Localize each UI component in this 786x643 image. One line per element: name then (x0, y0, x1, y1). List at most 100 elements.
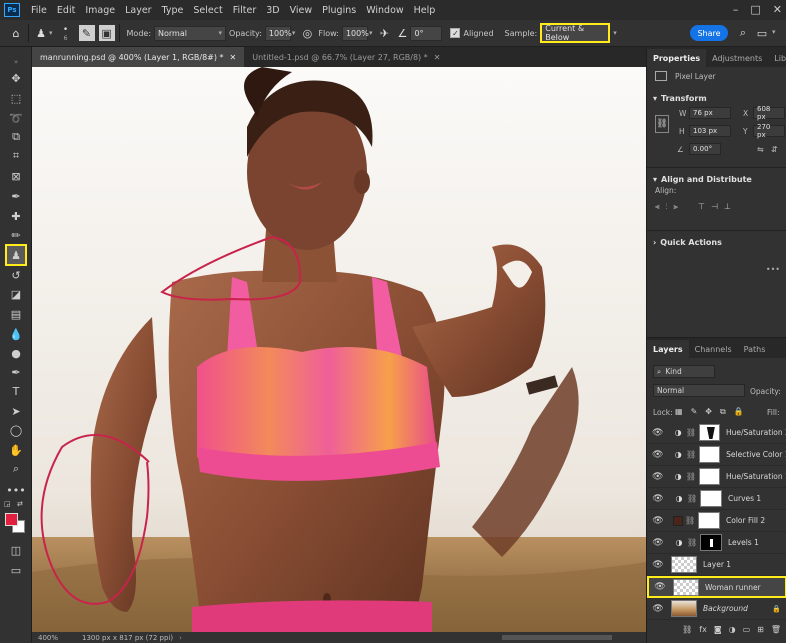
minimize-button[interactable]: – (733, 3, 739, 16)
lock-pixels-icon[interactable]: ✎ (691, 407, 698, 417)
move-tool-icon[interactable]: ✥ (7, 69, 25, 87)
tab-libraries[interactable]: Libraries (768, 49, 786, 67)
menu-image[interactable]: Image (80, 5, 120, 16)
visibility-eye-icon[interactable]: 👁 (651, 472, 664, 482)
lock-artboard-icon[interactable]: ⧉ (720, 407, 726, 417)
align-right-icon[interactable]: ⫸ (674, 202, 679, 212)
flip-horizontal-icon[interactable]: ⇋ (757, 145, 764, 154)
chevron-down-icon[interactable]: ▾ (613, 29, 617, 37)
airbrush-icon[interactable]: ✈ (376, 25, 392, 41)
sample-select[interactable]: Current & Below (540, 23, 611, 43)
layer-thumbnail[interactable] (673, 578, 699, 596)
blend-mode-select[interactable]: Normal (653, 384, 745, 397)
dodge-tool-icon[interactable]: ● (7, 344, 25, 362)
new-group-icon[interactable]: ▭ (743, 625, 751, 634)
chevron-down-icon[interactable]: ▾ (292, 29, 296, 37)
close-button[interactable]: ✕ (773, 3, 782, 16)
height-input[interactable]: 103 px (689, 125, 731, 137)
home-icon[interactable]: ⌂ (8, 25, 24, 41)
close-icon[interactable]: ✕ (434, 53, 441, 62)
healing-brush-tool-icon[interactable]: ✚ (7, 207, 25, 225)
blur-tool-icon[interactable]: 💧 (7, 325, 25, 343)
visibility-eye-icon[interactable]: 👁 (651, 494, 665, 504)
brush-tool-icon[interactable]: ✏ (7, 226, 25, 244)
menu-type[interactable]: Type (157, 5, 189, 16)
layer-thumbnail[interactable] (671, 556, 697, 573)
workspace-icon[interactable]: ▭ (754, 25, 770, 41)
opacity-input[interactable]: 100% (264, 25, 292, 41)
visibility-eye-icon[interactable]: 👁 (651, 516, 665, 526)
layer-row[interactable]: 👁 Background 🔒 (647, 598, 786, 620)
layer-row[interactable]: 👁 ◑ ⛓ Selective Color 1 (647, 444, 786, 466)
eraser-tool-icon[interactable]: ◪ (7, 285, 25, 303)
brush-size-picker[interactable]: • 6 (59, 25, 73, 42)
type-tool-icon[interactable]: T (7, 382, 25, 400)
flow-input[interactable]: 100% (341, 25, 369, 41)
maximize-button[interactable]: □ (750, 3, 760, 16)
menu-window[interactable]: Window (361, 5, 408, 16)
foreground-color-swatch[interactable] (5, 513, 18, 526)
menu-3d[interactable]: 3D (261, 5, 284, 16)
swap-colors-icon[interactable]: ⇄ (17, 500, 23, 508)
delete-layer-icon[interactable]: 🗑 (771, 625, 781, 634)
pen-tool-icon[interactable]: ✒ (7, 363, 25, 381)
layer-mask-thumbnail[interactable] (700, 490, 722, 507)
menu-plugins[interactable]: Plugins (317, 5, 361, 16)
search-icon[interactable]: ⌕ (735, 25, 751, 41)
layer-row[interactable]: 👁 ◑ ⛓ Hue/Saturation 2 (647, 422, 786, 444)
layer-mask-thumbnail[interactable] (698, 468, 720, 485)
marquee-tool-icon[interactable]: ⬚ (7, 89, 25, 107)
width-input[interactable]: 76 px (689, 107, 731, 119)
align-top-icon[interactable]: ⊤ (698, 202, 705, 212)
clone-source-icon[interactable]: ▣ (98, 25, 115, 41)
new-adjustment-icon[interactable]: ◑ (729, 625, 736, 634)
align-left-icon[interactable]: ⫷ (655, 202, 660, 212)
menu-layer[interactable]: Layer (120, 5, 157, 16)
hand-tool-icon[interactable]: ✋ (7, 441, 25, 459)
layer-style-icon[interactable]: fx (699, 625, 707, 634)
menu-help[interactable]: Help (409, 5, 441, 16)
layer-row[interactable]: 👁 ◑ ⛓ Curves 1 (647, 488, 786, 510)
lasso-tool-icon[interactable]: ➰ (7, 109, 25, 127)
menu-select[interactable]: Select (188, 5, 227, 16)
layer-mask-thumbnail[interactable] (698, 424, 720, 441)
eyedropper-tool-icon[interactable]: ✒ (7, 187, 25, 205)
new-layer-icon[interactable]: ⊞ (757, 625, 764, 634)
zoom-tool-icon[interactable]: ⌕ (7, 460, 25, 478)
layer-row[interactable]: 👁 ◑ ⛓ Levels 1 (647, 532, 786, 554)
menu-filter[interactable]: Filter (228, 5, 262, 16)
horizontal-scrollbar[interactable] (502, 635, 612, 640)
share-button[interactable]: Share (690, 25, 728, 41)
visibility-eye-icon[interactable]: 👁 (653, 582, 667, 592)
chevron-right-icon[interactable]: › (179, 634, 182, 642)
default-colors-icon[interactable]: ◲ (4, 500, 11, 508)
layer-mask-thumbnail[interactable] (698, 446, 721, 463)
layer-mask-thumbnail[interactable] (700, 534, 722, 551)
path-select-tool-icon[interactable]: ➤ (7, 402, 25, 420)
pressure-opacity-icon[interactable]: ◎ (299, 25, 315, 41)
visibility-eye-icon[interactable]: 👁 (651, 428, 664, 438)
lock-position-icon[interactable]: ✥ (705, 407, 712, 417)
layer-thumbnail[interactable] (671, 600, 697, 617)
ellipse-tool-icon[interactable]: ◯ (7, 421, 25, 439)
history-brush-tool-icon[interactable]: ↺ (7, 266, 25, 284)
align-middle-v-icon[interactable]: ⊣ (711, 202, 718, 212)
chevron-down-icon[interactable]: ▾ (772, 28, 776, 36)
frame-tool-icon[interactable]: ⊠ (7, 167, 25, 185)
lock-transparent-icon[interactable]: ▦ (675, 407, 683, 417)
tab-channels[interactable]: Channels (689, 340, 738, 358)
brush-settings-icon[interactable]: ✎ (78, 25, 95, 41)
close-icon[interactable]: ✕ (230, 53, 237, 62)
clone-stamp-preset-icon[interactable]: ♟ (33, 25, 49, 41)
lock-all-icon[interactable]: 🔒 (734, 407, 744, 417)
visibility-eye-icon[interactable]: 👁 (651, 538, 665, 548)
rotation-input[interactable]: 0.00° (689, 143, 721, 155)
align-center-h-icon[interactable]: ⫶ (666, 202, 668, 212)
quick-actions-header[interactable]: › Quick Actions (647, 235, 786, 249)
tab-layers[interactable]: Layers (647, 340, 689, 358)
link-dimensions-icon[interactable]: ⛓ (655, 115, 669, 133)
flip-vertical-icon[interactable]: ⇵ (771, 145, 778, 154)
object-select-tool-icon[interactable]: ⧉ (7, 128, 25, 146)
visibility-eye-icon[interactable]: 👁 (651, 604, 665, 614)
screen-mode-icon[interactable]: ▭ (7, 561, 25, 579)
